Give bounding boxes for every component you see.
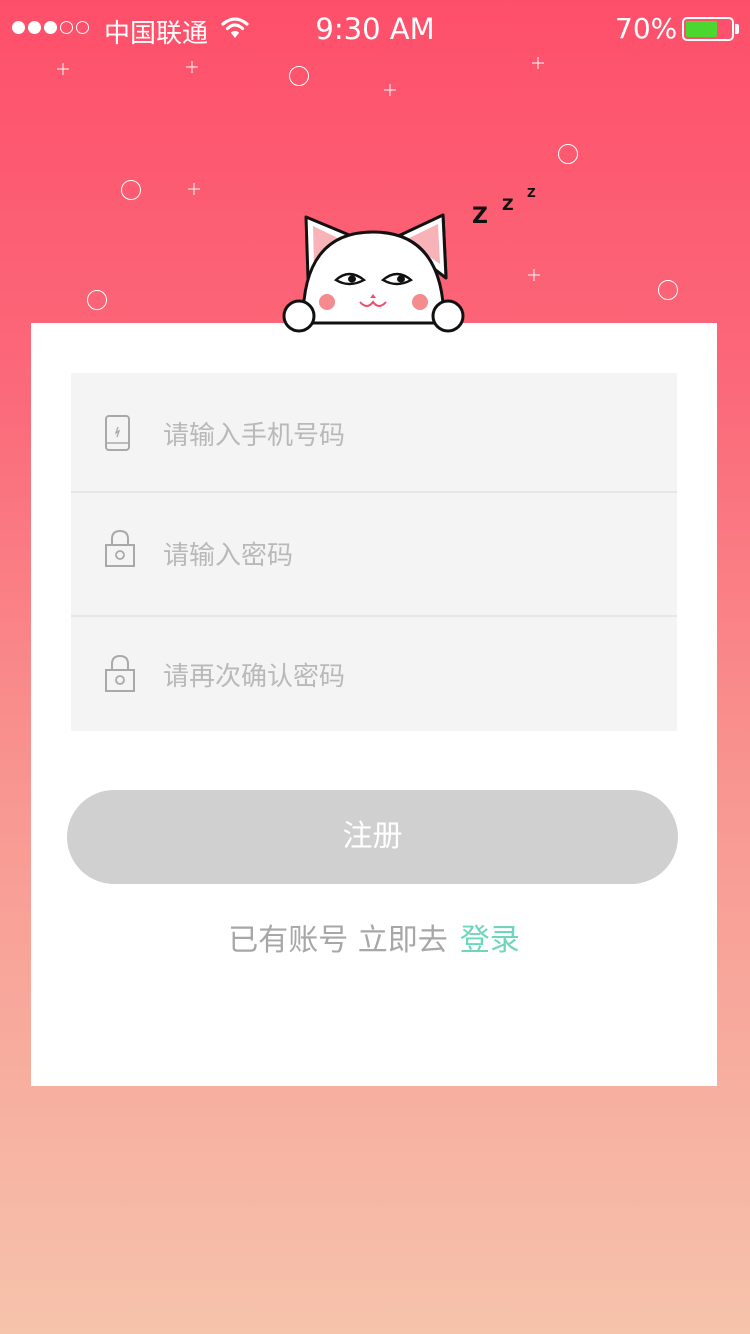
lock-icon (105, 654, 135, 692)
battery-level-fill (686, 21, 717, 37)
sparkle-icon (188, 183, 200, 195)
bubble-decoration (289, 66, 309, 86)
battery-percentage: 70% (615, 12, 678, 45)
battery-icon (682, 17, 734, 41)
register-button[interactable]: 注册 (67, 790, 678, 884)
login-prompt-text: 已有账号 立即去 (228, 923, 448, 958)
bubble-decoration (558, 144, 578, 164)
phone-icon (105, 415, 130, 451)
sleeping-cat-illustration: Z Z Z (282, 186, 536, 333)
sparkle-icon (57, 63, 69, 75)
phone-placeholder: 请输入手机号码 (163, 421, 346, 451)
confirm-password-placeholder: 请再次确认密码 (163, 662, 346, 692)
phone-field[interactable]: 请输入手机号码 (71, 373, 677, 491)
login-prompt: 已有账号 立即去 登录 (31, 915, 717, 959)
password-field[interactable]: 请输入密码 (71, 493, 677, 615)
lock-icon (105, 529, 135, 567)
battery-tip (735, 24, 739, 34)
confirm-password-field[interactable]: 请再次确认密码 (71, 617, 677, 731)
sparkle-icon (384, 84, 396, 96)
status-bar: 中国联通 9:30 AM 70% (0, 0, 750, 60)
login-link[interactable]: 登录 (460, 923, 520, 958)
password-placeholder: 请输入密码 (163, 541, 294, 571)
bubble-decoration (121, 180, 141, 200)
sparkle-icon (532, 57, 544, 69)
sparkle-icon (186, 61, 198, 73)
svg-text:Z: Z (472, 204, 488, 229)
svg-text:Z: Z (502, 195, 514, 214)
register-card: 请输入手机号码 请输入密码 请再次确认密码 注册 已有账号 立即去 登录 (31, 323, 717, 1086)
bubble-decoration (87, 290, 107, 310)
bubble-decoration (658, 280, 678, 300)
svg-text:Z: Z (527, 186, 536, 200)
